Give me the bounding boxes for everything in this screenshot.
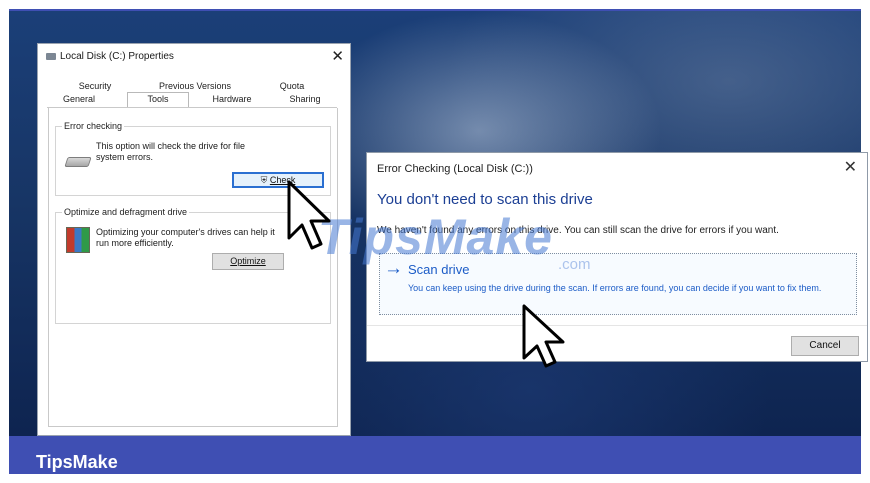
drive-icon <box>64 157 92 167</box>
watermark-suffix: .com <box>558 256 591 273</box>
cancel-button[interactable]: Cancel <box>791 336 859 356</box>
cursor-icon <box>287 180 331 250</box>
close-icon[interactable]: ✕ <box>844 157 857 177</box>
error-checking-description: This option will check the drive for fil… <box>96 141 246 162</box>
footer-brand-label: TipsMake <box>36 452 118 472</box>
shield-icon: ⛨ <box>260 175 268 185</box>
watermark-logo: TipsMake <box>318 209 553 265</box>
dialog-footer-divider <box>367 325 867 326</box>
drive-title-icon <box>46 53 56 60</box>
optimize-button-label: Optimize <box>230 256 266 266</box>
error-checking-legend: Error checking <box>62 121 125 131</box>
scan-drive-description: You can keep using the drive during the … <box>408 283 822 293</box>
optimize-button[interactable]: Optimize <box>212 253 284 270</box>
optimize-description: Optimizing your computer's drives can he… <box>96 227 275 248</box>
tab-general[interactable]: General <box>47 93 111 106</box>
tab-quota[interactable]: Quota <box>247 80 337 93</box>
tab-hardware[interactable]: Hardware <box>197 93 267 106</box>
tab-sharing[interactable]: Sharing <box>273 93 337 106</box>
close-icon[interactable]: ✕ <box>331 47 344 65</box>
error-dialog-heading: You don't need to scan this drive <box>377 191 593 208</box>
properties-title: Local Disk (C:) Properties <box>60 51 174 62</box>
optimize-legend: Optimize and defragment drive <box>62 207 190 217</box>
error-dialog-title: Error Checking (Local Disk (C:)) <box>377 163 533 175</box>
tab-tools[interactable]: Tools <box>127 92 189 108</box>
cursor-icon <box>522 304 565 368</box>
defrag-icon <box>66 227 90 253</box>
tools-panel: Error checking This option will check th… <box>48 108 338 427</box>
properties-titlebar: Local Disk (C:) Properties ✕ <box>38 44 350 70</box>
